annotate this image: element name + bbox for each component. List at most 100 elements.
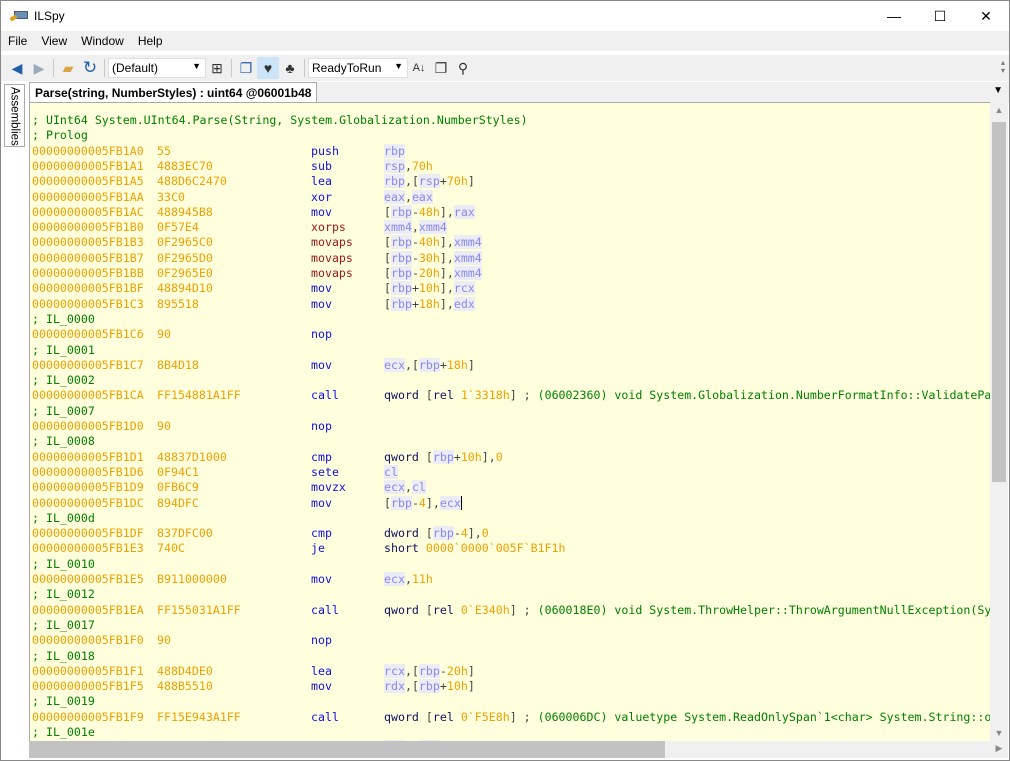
- operand-token: 30h: [418, 250, 440, 265]
- operand-token: [419, 710, 426, 724]
- operands: cl: [384, 464, 398, 480]
- opcode-bytes: 0F2965C0: [157, 235, 213, 250]
- text-caret: [460, 496, 462, 510]
- operand-comment: (060018E0) void System.ThrowHelper::Thro…: [537, 602, 990, 617]
- opcode-bytes: FF154881A1FF: [157, 388, 241, 403]
- operand-token: rbp: [390, 266, 412, 280]
- disassembly-editor[interactable]: ; UInt64 System.UInt64.Parse(String, Sys…: [29, 102, 990, 741]
- mnemonic: cmp: [311, 449, 332, 464]
- operand-token: rax: [453, 204, 475, 219]
- document-tab[interactable]: Parse(string, NumberStyles) : uint64 @06…: [29, 82, 318, 102]
- toolbar-overflow-icon[interactable]: ▴ ▾: [1001, 59, 1005, 75]
- operand-token: 4: [418, 495, 426, 510]
- operand-token: [: [425, 709, 433, 724]
- mnemonic: movaps: [311, 235, 353, 250]
- operands: short 0000`0000`005F`B1F1h: [384, 541, 566, 556]
- menu-help[interactable]: Help: [131, 34, 170, 48]
- operand-token: rbp: [390, 296, 412, 311]
- minimize-button[interactable]: —: [871, 1, 917, 31]
- comment-text: ; IL_000d: [32, 510, 95, 525]
- operand-token: ecx: [384, 572, 405, 586]
- manage-assembly-list-icon[interactable]: ⊞: [206, 57, 228, 79]
- horizontal-scroll-thumb[interactable]: [29, 741, 665, 758]
- operand-token: 48h: [418, 204, 440, 219]
- language-combo[interactable]: (Default) ▼: [108, 58, 206, 78]
- operand-token: ]: [439, 266, 447, 280]
- mnemonic: mov: [311, 572, 332, 586]
- back-icon[interactable]: ◀: [6, 57, 28, 79]
- operand-token: [: [411, 357, 419, 372]
- code-line: 00000000005FB1F1 488D4DE0 lea rcx,[rbp-20h]: [32, 663, 475, 679]
- operands: rbp,[rsp+70h]: [384, 174, 475, 189]
- forward-icon[interactable]: ▶: [28, 57, 50, 79]
- operand-token: ]: [439, 235, 447, 250]
- comment-text: ; IL_0000: [32, 311, 95, 326]
- comment-text: ; IL_001e: [32, 725, 95, 739]
- operand-token: ;: [516, 388, 531, 403]
- code-line: 00000000005FB1B3 0F2965C0 movaps [rbp-40h],…: [32, 235, 482, 250]
- mnemonic: movaps: [311, 250, 353, 265]
- horizontal-scrollbar[interactable]: [29, 741, 990, 758]
- operand-token: qword: [384, 449, 419, 464]
- code-line: 00000000005FB1E3 740C je short 0000`0000`00…: [32, 541, 566, 556]
- opcode-bytes: 488D4DE0: [157, 663, 213, 678]
- code-line: 00000000005FB1D1 48837D1000 cmp qword [rbp+…: [32, 449, 503, 465]
- mnemonic: mov: [311, 281, 332, 296]
- opcode-bytes: 8B4D18: [157, 357, 199, 372]
- operand-token: [: [411, 174, 419, 189]
- reload-icon[interactable]: ↻: [79, 57, 101, 79]
- window-icon[interactable]: ❐: [430, 57, 452, 79]
- operand-token: rsp: [418, 174, 440, 189]
- comment-text: ; IL_0007: [32, 403, 95, 418]
- address: 00000000005FB1DC: [32, 495, 144, 510]
- operand-token: ]: [439, 204, 447, 219]
- operand-token: cl: [411, 480, 426, 495]
- operands: [rbp-48h],rax: [384, 204, 475, 220]
- menu-file[interactable]: File: [1, 34, 34, 48]
- address: 00000000005FB1C7: [32, 357, 144, 372]
- operand-token: -: [439, 663, 447, 678]
- operand-token: 20h: [418, 266, 440, 280]
- code-line: 00000000005FB1D0 90 nop: [32, 419, 332, 434]
- collapse-all-icon[interactable]: ❐: [235, 57, 257, 79]
- operand-token: [: [384, 296, 391, 311]
- operand-token: [: [384, 281, 391, 296]
- operands: [rbp+10h],rcx: [384, 281, 475, 296]
- opcode-bytes: 55: [157, 143, 171, 158]
- mode-combo[interactable]: ReadyToRun ▼: [308, 58, 408, 78]
- comment-text: ; IL_0001: [32, 342, 95, 357]
- sort-icon[interactable]: A↓: [408, 57, 430, 79]
- search-icon[interactable]: ⚲: [452, 57, 474, 79]
- close-button[interactable]: ✕: [963, 1, 1009, 31]
- operands: [rbp+18h],edx: [384, 296, 475, 312]
- operand-token: [: [411, 679, 419, 694]
- scroll-up-icon[interactable]: ▲: [990, 105, 1008, 115]
- vertical-scroll-thumb[interactable]: [992, 122, 1006, 482]
- menu-view[interactable]: View: [34, 34, 74, 48]
- operand-token: ,: [446, 296, 454, 311]
- mnemonic: push: [311, 143, 339, 158]
- menu-window[interactable]: Window: [74, 34, 131, 48]
- tab-list-icon[interactable]: ▼: [993, 85, 1003, 96]
- maximize-button[interactable]: ☐: [917, 1, 963, 31]
- show-public-only-icon[interactable]: ♥: [257, 57, 279, 79]
- operand-token: 0`F5E8h: [460, 709, 510, 724]
- show-all-icon[interactable]: ♣: [279, 57, 301, 79]
- operand-token: [454, 603, 461, 617]
- opcode-bytes: 488B5510: [157, 679, 213, 694]
- operand-token: -: [411, 495, 419, 510]
- scroll-right-icon[interactable]: ▶: [990, 741, 1008, 758]
- code-line: 00000000005FB1F5 488B5510 mov rdx,[rbp+10h]: [32, 679, 475, 694]
- operand-token: rcx: [453, 281, 475, 296]
- operands: [rbp-30h],xmm4: [384, 250, 482, 266]
- open-icon[interactable]: ▰: [57, 57, 79, 79]
- scroll-down-icon[interactable]: ▼: [990, 728, 1008, 738]
- code-line: 00000000005FB1F9 FF15E943A1FF call qword [r…: [32, 710, 990, 725]
- operand-token: 70h: [411, 158, 433, 173]
- operand-token: dword: [384, 526, 419, 541]
- vertical-scrollbar[interactable]: ▲ ▼: [990, 102, 1008, 741]
- comment-text: ; IL_0018: [32, 648, 95, 663]
- operand-token: 18h: [418, 296, 440, 311]
- assemblies-tab[interactable]: Assemblies: [4, 84, 25, 147]
- toolbar: ◀ ▶ ▰ ↻ (Default) ▼ ⊞ ❐ ♥ ♣ ReadyToRun ▼ A…: [1, 55, 1009, 81]
